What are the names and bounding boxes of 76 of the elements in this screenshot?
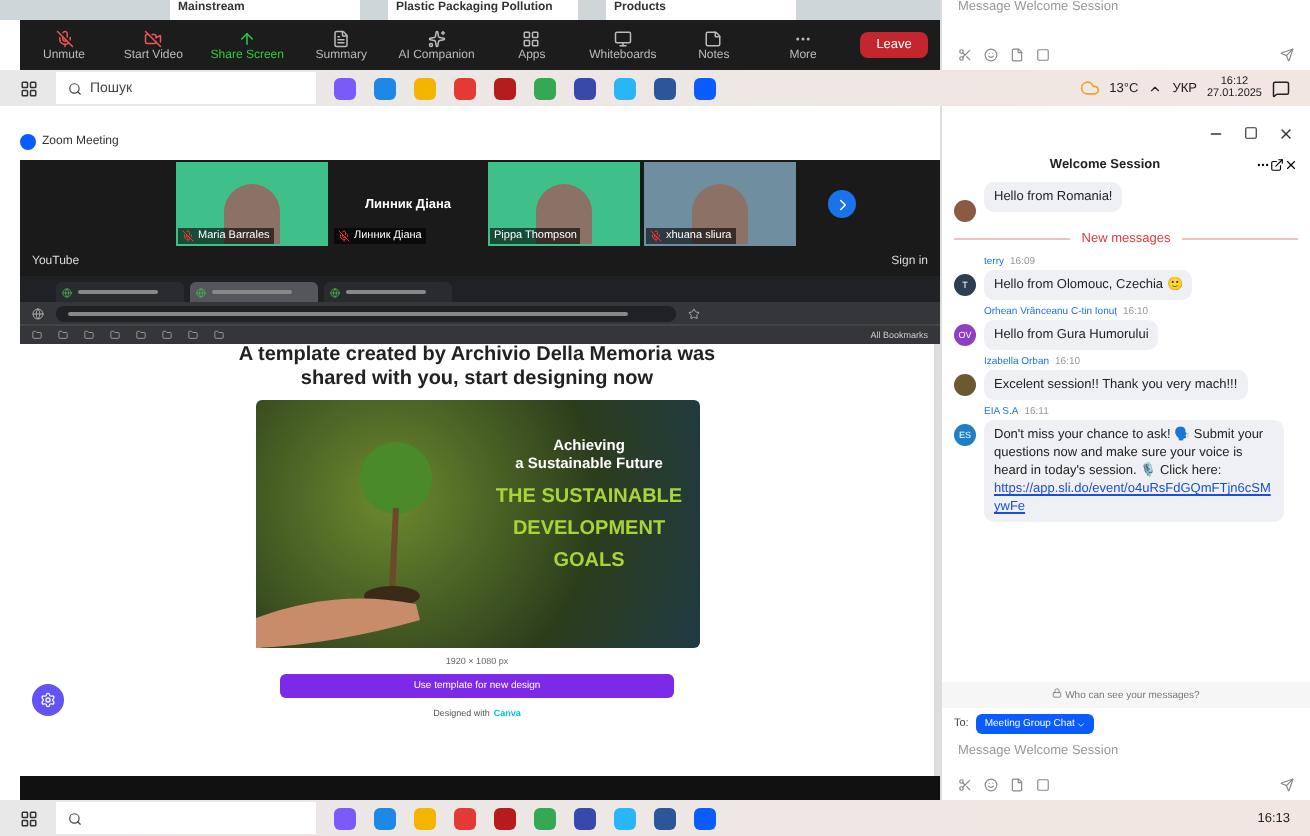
notification-icon[interactable] xyxy=(1272,79,1290,97)
bookmark-folder-icon[interactable] xyxy=(214,330,224,341)
pop-out-icon[interactable] xyxy=(1270,157,1284,171)
close-icon[interactable] xyxy=(1284,157,1298,171)
maximize-icon[interactable] xyxy=(1244,126,1258,140)
muted-mic-icon xyxy=(182,230,194,243)
file-icon[interactable] xyxy=(1010,778,1024,792)
note-icon xyxy=(704,29,723,47)
taskbar-app-icon[interactable] xyxy=(574,77,596,99)
bookmark-folder-icon[interactable] xyxy=(58,330,68,341)
banner-title: THE SUSTAINABLE DEVELOPMENT GOALS xyxy=(493,484,685,577)
taskbar-app-icon[interactable] xyxy=(574,807,596,829)
taskbar-app-icon[interactable] xyxy=(494,807,516,829)
taskbar-app-icon[interactable] xyxy=(454,807,476,829)
windows-start-icon[interactable] xyxy=(20,809,38,827)
browser-tab[interactable] xyxy=(324,282,452,303)
bookmark-star-icon[interactable] xyxy=(688,307,700,320)
bookmark-folder-icon[interactable] xyxy=(110,330,120,341)
site-icon xyxy=(32,307,44,320)
taskbar-app-icon[interactable] xyxy=(494,77,516,99)
weather-icon xyxy=(1079,78,1100,98)
grid-icon xyxy=(522,29,541,47)
screenshot-icon[interactable] xyxy=(1036,48,1050,62)
taskbar-app-icon[interactable] xyxy=(454,77,476,99)
bookmark-folder-icon[interactable] xyxy=(136,330,146,341)
taskbar-app-icon[interactable] xyxy=(334,807,356,829)
taskbar-app-icon[interactable] xyxy=(654,807,676,829)
taskbar-app-icon[interactable] xyxy=(334,77,356,99)
bookmark-folder-icon[interactable] xyxy=(32,330,42,341)
document-icon xyxy=(332,29,351,47)
tray-chevron-icon[interactable] xyxy=(1148,81,1163,95)
sparkle-icon xyxy=(427,29,446,47)
taskbar-app-icon[interactable] xyxy=(374,77,396,99)
format-icon[interactable] xyxy=(958,48,972,62)
send-icon[interactable] xyxy=(1280,48,1294,62)
video-off-icon xyxy=(144,29,163,47)
taskbar-app-icon[interactable] xyxy=(374,807,396,829)
send-icon[interactable] xyxy=(1280,778,1294,792)
windows-start-icon[interactable] xyxy=(20,79,38,97)
format-icon[interactable] xyxy=(958,778,972,792)
bookmark-folder-icon[interactable] xyxy=(84,330,94,341)
close-icon[interactable] xyxy=(1278,126,1294,142)
taskbar-app-icon[interactable] xyxy=(654,77,676,99)
blurred-tab-title xyxy=(346,290,426,295)
taskbar-app-icon[interactable] xyxy=(694,77,716,99)
chevron-down-icon xyxy=(1076,719,1087,729)
address-bar[interactable] xyxy=(56,305,676,322)
next-page-button[interactable] xyxy=(828,190,856,219)
browser-tab[interactable] xyxy=(56,282,184,303)
lock-icon xyxy=(1052,688,1063,698)
blurred-tab-title xyxy=(212,290,292,295)
page-heading: A template created by Archivio Della Memoria was shared with you, start designing now xyxy=(236,344,718,393)
blurred-tab-title xyxy=(78,290,158,295)
person-silhouette xyxy=(224,184,280,245)
file-icon[interactable] xyxy=(1010,48,1024,62)
taskbar-search-field[interactable] xyxy=(56,802,316,834)
globe-icon xyxy=(330,287,340,298)
up-arrow-icon xyxy=(238,29,257,47)
muted-mic-icon xyxy=(55,29,73,47)
muted-mic-icon xyxy=(650,230,662,243)
emoji-icon[interactable] xyxy=(984,778,998,792)
browser-tab[interactable] xyxy=(190,282,318,303)
emoji-icon[interactable] xyxy=(984,48,998,62)
bookmark-folder-icon[interactable] xyxy=(162,330,172,341)
search-icon xyxy=(68,811,82,825)
globe-icon xyxy=(196,287,206,298)
zoom-logo-icon xyxy=(20,133,36,150)
screenshot-icon[interactable] xyxy=(1036,778,1050,792)
settings-icon xyxy=(40,692,56,709)
taskbar-app-icon[interactable] xyxy=(694,807,716,829)
settings-button[interactable] xyxy=(32,684,64,717)
globe-icon xyxy=(62,287,72,298)
muted-mic-icon xyxy=(338,230,350,243)
search-icon xyxy=(68,81,82,95)
monitor-icon xyxy=(613,29,632,47)
bookmark-folder-icon[interactable] xyxy=(188,330,198,341)
